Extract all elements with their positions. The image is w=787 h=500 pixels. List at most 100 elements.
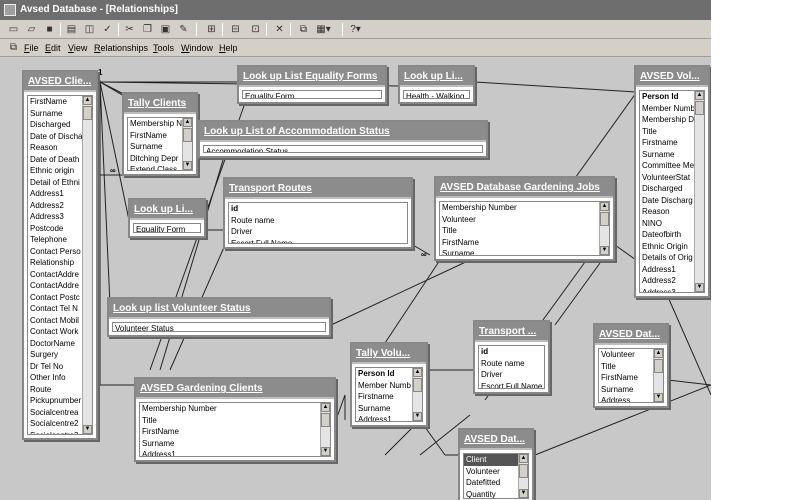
field-item[interactable]: Accommodation Status bbox=[204, 146, 482, 152]
table-title[interactable]: AVSED Dat... bbox=[595, 325, 667, 345]
field-item[interactable]: Address2 bbox=[640, 275, 694, 287]
field-item[interactable]: Postcode bbox=[28, 223, 82, 235]
field-item[interactable]: Committee Me bbox=[640, 160, 694, 172]
table-title[interactable]: AVSED Dat... bbox=[460, 430, 532, 450]
field-list[interactable]: Equality Form bbox=[133, 223, 201, 233]
scroll-down-icon[interactable]: ▼ bbox=[413, 412, 422, 421]
field-item[interactable]: VolunteerStat bbox=[640, 172, 694, 184]
field-item[interactable]: Client bbox=[464, 454, 518, 466]
scroll-down-icon[interactable]: ▼ bbox=[695, 283, 704, 292]
scroll-down-icon[interactable]: ▼ bbox=[83, 425, 92, 434]
field-list[interactable]: Accommodation Status bbox=[203, 145, 483, 153]
field-item[interactable]: NINO bbox=[640, 218, 694, 230]
field-item[interactable]: ContactAddre bbox=[28, 269, 82, 281]
field-item[interactable]: Membership Number bbox=[140, 403, 320, 415]
field-item[interactable]: Dateofbirth bbox=[640, 229, 694, 241]
field-item[interactable]: Member Numb bbox=[640, 103, 694, 115]
field-item[interactable]: Surname bbox=[640, 149, 694, 161]
scroll-up-icon[interactable]: ▲ bbox=[321, 403, 330, 412]
scroll-down-icon[interactable]: ▼ bbox=[183, 161, 192, 170]
field-item[interactable]: Date of Death bbox=[28, 154, 82, 166]
table-gardening-clients[interactable]: AVSED Gardening Clients Membership Numbe… bbox=[134, 377, 336, 462]
field-item[interactable]: id bbox=[229, 203, 407, 215]
table-title[interactable]: AVSED Gardening Clients bbox=[136, 379, 334, 399]
field-list[interactable]: Membership Number Title FirstName Surname Ad… bbox=[139, 402, 331, 457]
table-avsed-dat-1[interactable]: AVSED Dat... Volunteer Title FirstName Surn… bbox=[593, 323, 669, 408]
field-item[interactable]: FirstName bbox=[440, 237, 599, 249]
table-lookup-volunteer-status[interactable]: Look up list Volunteer Status Volunteer … bbox=[107, 297, 331, 337]
scroll-down-icon[interactable]: ▼ bbox=[519, 489, 528, 498]
field-list[interactable]: Client Volunteer Datefitted Quantity ▲ ▼ bbox=[463, 453, 529, 499]
field-list[interactable]: Health - Walking , bbox=[403, 90, 470, 99]
field-item[interactable]: Volunteer bbox=[440, 214, 599, 226]
vertical-scrollbar[interactable]: ▲ ▼ bbox=[412, 368, 422, 421]
table-title[interactable]: Transport Routes bbox=[225, 179, 411, 199]
field-item[interactable]: Address1 bbox=[356, 414, 412, 421]
field-item[interactable]: Address3 bbox=[28, 211, 82, 223]
field-item[interactable]: Person Id bbox=[356, 368, 412, 380]
field-item[interactable]: FirstName bbox=[599, 372, 653, 384]
field-item[interactable]: Escort Full Name bbox=[479, 381, 544, 389]
field-item[interactable]: Contact Perso bbox=[28, 246, 82, 258]
table-gardening-jobs[interactable]: AVSED Database Gardening Jobs Membership… bbox=[434, 176, 615, 261]
scroll-thumb[interactable] bbox=[83, 106, 92, 120]
field-item[interactable]: Surname bbox=[440, 248, 599, 255]
table-transport-routes[interactable]: Transport Routes id Route name Driver Escor… bbox=[223, 177, 413, 249]
field-item[interactable]: Socialcentrea bbox=[28, 407, 82, 419]
field-item[interactable]: Discharged bbox=[640, 183, 694, 195]
scroll-thumb[interactable] bbox=[413, 378, 422, 392]
field-item[interactable]: Relationship bbox=[28, 257, 82, 269]
table-tally-clients[interactable]: Tally Clients Membership N FirstName Surna… bbox=[122, 92, 198, 176]
field-item[interactable]: Address2 bbox=[28, 200, 82, 212]
field-item[interactable]: Driver bbox=[479, 369, 544, 381]
scroll-thumb[interactable] bbox=[600, 212, 609, 226]
field-list[interactable]: Membership Number Volunteer Title FirstName… bbox=[439, 201, 610, 256]
field-item[interactable]: Surname bbox=[356, 403, 412, 415]
field-item[interactable]: Discharged bbox=[28, 119, 82, 131]
vertical-scrollbar[interactable]: ▲ ▼ bbox=[518, 454, 528, 498]
table-title[interactable]: Look up Li... bbox=[400, 67, 473, 87]
vertical-scrollbar[interactable]: ▲ ▼ bbox=[694, 91, 704, 292]
vertical-scrollbar[interactable]: ▲ ▼ bbox=[653, 349, 663, 402]
field-list[interactable]: id Route name Driver Escort Full Name bbox=[478, 345, 545, 389]
field-item[interactable]: Detail of Ethni bbox=[28, 177, 82, 189]
scroll-up-icon[interactable]: ▲ bbox=[600, 202, 609, 211]
field-item[interactable]: Escort Full Name bbox=[229, 238, 407, 244]
field-item[interactable]: Address1 bbox=[140, 449, 320, 456]
field-item[interactable]: Contact Tel N bbox=[28, 303, 82, 315]
field-list[interactable]: Membership N FirstName Surname Ditching Dep… bbox=[127, 117, 193, 171]
scroll-thumb[interactable] bbox=[654, 359, 663, 373]
field-item[interactable]: Address1 bbox=[28, 188, 82, 200]
table-lookup-accommodation-status[interactable]: Look up List of Accommodation Status Acc… bbox=[198, 120, 488, 158]
field-item[interactable]: Equality Form bbox=[134, 224, 200, 232]
field-item[interactable]: Ethnic Origin bbox=[640, 241, 694, 253]
scroll-thumb[interactable] bbox=[519, 464, 528, 478]
field-item[interactable]: FirstName bbox=[128, 130, 182, 142]
scroll-up-icon[interactable]: ▲ bbox=[695, 91, 704, 100]
field-item[interactable]: Volunteer Status bbox=[113, 323, 325, 331]
field-item[interactable]: Membership Number bbox=[440, 202, 599, 214]
field-item[interactable]: Route bbox=[28, 384, 82, 396]
table-title[interactable]: Look up List Equality Forms bbox=[239, 67, 385, 87]
scroll-thumb[interactable] bbox=[183, 128, 192, 142]
scroll-down-icon[interactable]: ▼ bbox=[654, 393, 663, 402]
table-title[interactable]: AVSED Vol... bbox=[636, 67, 708, 87]
field-item[interactable]: DoctorName bbox=[28, 338, 82, 350]
field-item[interactable]: Member Numb bbox=[356, 380, 412, 392]
field-item[interactable]: Date Discharg bbox=[640, 195, 694, 207]
field-item[interactable]: Membership D bbox=[640, 114, 694, 126]
scroll-down-icon[interactable]: ▼ bbox=[321, 447, 330, 456]
field-item[interactable]: Extend Class bbox=[128, 164, 182, 170]
field-item[interactable]: Datefitted bbox=[464, 477, 518, 489]
table-title[interactable]: Look up List of Accommodation Status bbox=[200, 122, 486, 142]
table-avsed-volunteers[interactable]: AVSED Vol... Person Id Member Numb Members… bbox=[634, 65, 710, 298]
field-item[interactable]: Pickupnumber bbox=[28, 395, 82, 407]
field-item[interactable]: Surname bbox=[28, 108, 82, 120]
table-lookup-equality-forms[interactable]: Look up List Equality Forms Equality For… bbox=[237, 65, 387, 104]
field-item[interactable]: Ethnic origin bbox=[28, 165, 82, 177]
field-item[interactable]: Dr Tel No bbox=[28, 361, 82, 373]
field-list[interactable]: FirstName Surname Discharged Date of Discha… bbox=[27, 95, 93, 435]
scroll-thumb[interactable] bbox=[321, 413, 330, 427]
field-item[interactable]: Other Info bbox=[28, 372, 82, 384]
table-tally-volunteers[interactable]: Tally Volu... Person Id Member Numb Firstn… bbox=[350, 342, 428, 427]
